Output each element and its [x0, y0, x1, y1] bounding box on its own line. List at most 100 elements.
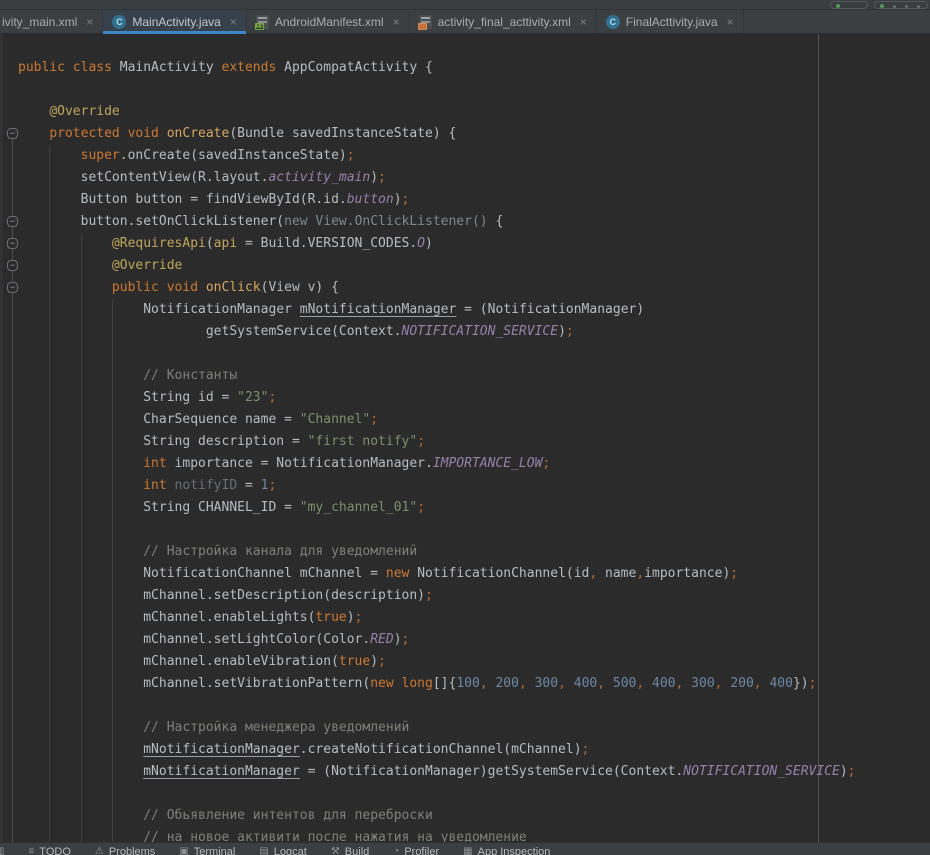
code-line[interactable]: setContentView(R.layout.activity_main);	[18, 167, 856, 189]
code-token: @Override	[49, 104, 119, 119]
tool-window-button-app-inspection[interactable]: ▦App Inspection	[463, 845, 550, 855]
code-line[interactable]: // Настройка менеджера уведомлений	[18, 717, 856, 739]
code-token: int	[143, 478, 174, 493]
tool-window-button-todo[interactable]: ≡TODO	[28, 845, 70, 855]
code-line[interactable]: // Обьявление интентов для переброски	[18, 805, 856, 827]
code-token: ;	[378, 654, 386, 669]
java-class-icon: C	[606, 15, 620, 29]
device-selector-button[interactable]	[830, 1, 868, 9]
code-token: .createNotificationChannel(mChannel)	[300, 742, 582, 757]
code-line[interactable]	[18, 783, 856, 805]
editor-tabbar: ivity_main.xml×CMainActivity.java×MFAndr…	[0, 10, 930, 34]
code-line[interactable]: String description = "first notify";	[18, 431, 856, 453]
code-line[interactable]: button.setOnClickListener(new View.OnCli…	[18, 211, 856, 233]
code-token: ;	[268, 478, 276, 493]
code-line[interactable]	[18, 79, 856, 101]
code-line[interactable]: mChannel.setVibrationPattern(new long[]{…	[18, 673, 856, 695]
code-token: = Build.VERSION_CODES.	[245, 236, 417, 251]
code-token: = (NotificationManager)	[456, 302, 644, 317]
code-line[interactable]: mNotificationManager = (NotificationMana…	[18, 761, 856, 783]
code-line[interactable]	[18, 695, 856, 717]
code-line[interactable]: @Override	[18, 255, 856, 277]
code-line[interactable]: NotificationChannel mChannel = new Notif…	[18, 563, 856, 585]
editor-tab-FinalActtivity.java[interactable]: CFinalActtivity.java×	[597, 10, 744, 33]
code-token: ;	[268, 390, 276, 405]
code-line[interactable]: String id = "23";	[18, 387, 856, 409]
debug-icon	[893, 5, 896, 8]
code-line[interactable]: // на новое активити после нажатия на ув…	[18, 827, 856, 842]
editor-tab-ivity_main.xml[interactable]: ivity_main.xml×	[0, 10, 103, 33]
code-line[interactable]: mChannel.enableLights(true);	[18, 607, 856, 629]
tool-window-button-terminal[interactable]: ▣Terminal	[179, 845, 235, 855]
code-line[interactable]: @Override	[18, 101, 856, 123]
editor-tab-AndroidManifest.xml[interactable]: MFAndroidManifest.xml×	[247, 10, 410, 33]
code-line[interactable]: mChannel.enableVibration(true);	[18, 651, 856, 673]
code-line[interactable]: public class MainActivity extends AppCom…	[18, 57, 856, 79]
code-line[interactable]: protected void onCreate(Bundle savedInst…	[18, 123, 856, 145]
editor-tab-activity_final_acttivity.xml[interactable]: activity_final_acttivity.xml×	[410, 10, 597, 33]
editor-tab-MainActivity.java[interactable]: CMainActivity.java×	[103, 10, 247, 33]
main-toolbar	[0, 0, 930, 10]
code-line[interactable]: super.onCreate(savedInstanceState);	[18, 145, 856, 167]
code-line[interactable]: // Константы	[18, 365, 856, 387]
tab-close-icon[interactable]: ×	[393, 15, 400, 29]
code-token: })	[793, 676, 809, 691]
code-token: ,	[480, 676, 496, 691]
tool-window-button-problems[interactable]: ⚠Problems	[95, 845, 155, 855]
code-line[interactable]: @RequiresApi(api = Build.VERSION_CODES.O…	[18, 233, 856, 255]
code-line[interactable]: getSystemService(Context.NOTIFICATION_SE…	[18, 321, 856, 343]
code-line[interactable]: int notifyID = 1;	[18, 475, 856, 497]
code-token: importance)	[644, 566, 730, 581]
tool-window-label: Problems	[109, 845, 155, 855]
code-line[interactable]: public void onClick(View v) {	[18, 277, 856, 299]
tool-window-button-profiler[interactable]: ◔Profiler	[393, 845, 439, 855]
code-token: 300	[691, 676, 714, 691]
code-line[interactable]: int importance = NotificationManager.IMP…	[18, 453, 856, 475]
tool-window-button-build[interactable]: ⚒Build	[331, 845, 369, 855]
code-line[interactable]: // Настройка канала для уведомлений	[18, 541, 856, 563]
code-token: CharSequence name =	[143, 412, 300, 427]
code-token: setContentView(R.layout.	[81, 170, 269, 185]
code-token: ,	[754, 676, 770, 691]
code-token: )	[370, 654, 378, 669]
fold-collapse-icon[interactable]: −	[7, 128, 18, 139]
code-token: 400	[652, 676, 675, 691]
code-token: 400	[574, 676, 597, 691]
code-line[interactable]: NotificationManager mNotificationManager…	[18, 299, 856, 321]
code-line[interactable]: CharSequence name = "Channel";	[18, 409, 856, 431]
fold-collapse-icon[interactable]: −	[7, 282, 18, 293]
code-text[interactable]: public class MainActivity extends AppCom…	[0, 34, 856, 842]
code-token: "first notify"	[308, 434, 418, 449]
code-token: RED	[370, 632, 393, 647]
code-line[interactable]: String CHANNEL_ID = "my_channel_01";	[18, 497, 856, 519]
code-token: ;	[542, 456, 550, 471]
code-token: @RequiresApi	[112, 236, 206, 251]
tab-close-icon[interactable]: ×	[86, 15, 93, 29]
code-line[interactable]: mChannel.setLightColor(Color.RED);	[18, 629, 856, 651]
code-token: )	[425, 236, 433, 251]
code-editor[interactable]: public class MainActivity extends AppCom…	[0, 34, 930, 842]
code-line[interactable]: mNotificationManager.createNotificationC…	[18, 739, 856, 761]
tab-close-icon[interactable]: ×	[230, 15, 237, 29]
code-line[interactable]	[18, 519, 856, 541]
code-line[interactable]: mChannel.setDescription(description);	[18, 585, 856, 607]
code-line[interactable]	[18, 343, 856, 365]
code-token: ,	[636, 676, 652, 691]
fold-collapse-icon[interactable]: −	[7, 260, 18, 271]
code-line[interactable]: Button button = findViewById(R.id.button…	[18, 189, 856, 211]
run-actions-group[interactable]	[874, 1, 928, 9]
code-token: )	[558, 324, 566, 339]
run-configurations-widget	[830, 1, 928, 9]
code-token: NOTIFICATION_SERVICE	[402, 324, 559, 339]
fold-collapse-icon[interactable]: −	[7, 238, 18, 249]
code-token: new	[386, 566, 417, 581]
tool-window-button-logcat[interactable]: ▤Logcat	[259, 845, 306, 855]
run-icon	[880, 4, 884, 8]
tab-close-icon[interactable]: ×	[580, 15, 587, 29]
code-token: mChannel.setLightColor(Color.	[143, 632, 370, 647]
fold-collapse-icon[interactable]: −	[7, 216, 18, 227]
code-token: ;	[402, 192, 410, 207]
todo-list-icon: ≡	[28, 845, 34, 855]
java-class-icon: C	[112, 15, 126, 29]
tab-close-icon[interactable]: ×	[727, 15, 734, 29]
